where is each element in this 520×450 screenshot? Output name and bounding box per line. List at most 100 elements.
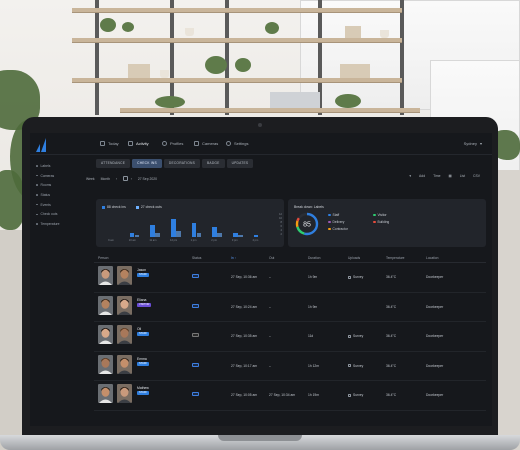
- time-select[interactable]: Time: [433, 174, 440, 178]
- filter-bar: Week Month ‹ › 27 Sep 2020 ▾ Add Time ▦ …: [86, 174, 486, 183]
- cell-location: Doorkeeper: [426, 363, 444, 368]
- nav-cameras[interactable]: Cameras: [194, 141, 218, 146]
- status-chip[interactable]: [192, 274, 199, 278]
- chart-legend: 88 check ins 27 check outs: [102, 205, 162, 209]
- bar-checkouts[interactable]: [176, 231, 181, 237]
- col-duration[interactable]: Duration: [308, 256, 320, 260]
- sidebar-item-rooms[interactable]: Rooms: [30, 180, 60, 190]
- bar-checkins[interactable]: [191, 223, 197, 237]
- bar-checkins[interactable]: [171, 219, 176, 237]
- avatar: [98, 325, 113, 345]
- legend-checkins: 88 check ins: [102, 205, 126, 209]
- view-select[interactable]: Week: [86, 177, 95, 181]
- date-display[interactable]: 27 Sep 2020: [138, 177, 157, 181]
- cell-uploads[interactable]: Survey: [348, 364, 363, 368]
- upload-label: Survey: [353, 275, 364, 279]
- person-name[interactable]: Mathew: [137, 386, 149, 390]
- bar-checkins[interactable]: [150, 225, 155, 237]
- sidebar-item-labels[interactable]: Labels: [30, 161, 60, 171]
- status-chip[interactable]: [192, 333, 199, 338]
- cell-uploads[interactable]: Survey: [348, 334, 363, 338]
- legend-delivery: Delivery: [328, 220, 373, 224]
- cell-duration: 1h 12m: [308, 363, 319, 368]
- person-name[interactable]: Emma: [137, 357, 147, 361]
- period-select[interactable]: Month: [101, 177, 110, 181]
- bar-checkouts[interactable]: [155, 233, 160, 237]
- export-csv-button[interactable]: CSV: [473, 174, 480, 178]
- prev-arrow-icon[interactable]: ‹: [116, 177, 117, 181]
- table-row[interactable]: Emma STAFF 27 Sep, 10:17 am – 1h 12m Sur…: [94, 352, 486, 382]
- col-status[interactable]: Status: [192, 256, 201, 260]
- y-tick-label: 10: [279, 217, 282, 220]
- tab-attendance[interactable]: ATTENDANCE: [96, 159, 131, 168]
- location-select[interactable]: Sydney ▾: [464, 141, 482, 146]
- sidebar-item-temperature[interactable]: Temperature: [30, 219, 60, 229]
- activity-icon: [128, 141, 133, 146]
- bar-chart: [104, 213, 274, 237]
- person-name[interactable]: Jason: [137, 268, 146, 272]
- grid-icon[interactable]: ▦: [449, 174, 452, 178]
- table-row[interactable]: Jason STAFF 27 Sep, 10:36 am – 1h 9m Sur…: [94, 263, 486, 293]
- laptop-notch: [218, 435, 302, 441]
- cell-location: Doorkeeper: [426, 334, 444, 339]
- table-row[interactable]: Eliana VISITOR 27 Sep, 10:24 am – 1h 9m …: [94, 293, 486, 323]
- person-name[interactable]: Oli: [137, 327, 141, 331]
- col-out[interactable]: Out: [269, 256, 274, 260]
- tab-updates[interactable]: UPDATES: [226, 159, 254, 168]
- sidebar-item-status[interactable]: Status: [30, 190, 60, 200]
- tab-decorations[interactable]: DECORATIONS: [163, 159, 201, 168]
- role-badge: VISITOR: [137, 302, 152, 307]
- bar-checkins[interactable]: [212, 227, 217, 237]
- donut-chart: 85: [295, 212, 319, 236]
- bar-checkouts[interactable]: [217, 233, 222, 237]
- tab-badge[interactable]: BADGE: [202, 159, 225, 168]
- avatar: [117, 295, 132, 315]
- bar-checkins[interactable]: [129, 233, 135, 237]
- sidebar-item-events[interactable]: Events: [30, 200, 60, 210]
- col-in[interactable]: In ↑: [231, 256, 236, 260]
- cell-temperature: 36.4°C: [386, 275, 397, 279]
- breakdown-title-text: Break down: Labels: [294, 205, 324, 209]
- y-tick-label: 4: [280, 229, 282, 232]
- next-arrow-icon[interactable]: ›: [131, 177, 132, 181]
- status-chip[interactable]: [192, 392, 199, 397]
- document-icon: [348, 393, 351, 397]
- col-location[interactable]: Location: [426, 256, 438, 260]
- table-row[interactable]: Oli STAFF 27 Sep, 10:35 am – 11d Survey …: [94, 322, 486, 352]
- tab-check-ins[interactable]: CHECK INS: [132, 159, 162, 168]
- legend-label: Visitor: [377, 213, 387, 217]
- col-uploads[interactable]: Uploads: [348, 256, 360, 260]
- shelf-board: [72, 78, 402, 83]
- status-chip[interactable]: [192, 303, 199, 308]
- bar-checkouts[interactable]: [134, 235, 140, 237]
- cell-in: 27 Sep, 10:35 am: [231, 334, 258, 339]
- status-chip[interactable]: [192, 362, 199, 367]
- cell-uploads[interactable]: Survey: [348, 275, 363, 279]
- col-temperature[interactable]: Temperature: [386, 256, 405, 260]
- bar-checkouts[interactable]: [237, 235, 243, 237]
- cell-temperature: 36.4°C: [386, 393, 397, 398]
- person-photo: [98, 295, 113, 315]
- sidebar-item-check-outs[interactable]: Check outs: [30, 209, 60, 219]
- cell-uploads[interactable]: Survey: [348, 393, 363, 397]
- nav-today[interactable]: Today: [100, 141, 119, 146]
- nav-profiles[interactable]: Profiles: [162, 141, 183, 146]
- document-icon: [348, 364, 351, 368]
- bar-checkins[interactable]: [253, 235, 259, 237]
- calendar-icon[interactable]: [123, 176, 128, 181]
- person-name[interactable]: Eliana: [137, 298, 146, 302]
- sidebar-item-cameras[interactable]: Cameras: [30, 171, 60, 181]
- table-row[interactable]: Mathew STAFF 27 Sep, 10:05 am 27 Sep, 10…: [94, 381, 486, 411]
- x-axis-labels: 9 am 10 am 11 am 12 pm 1 pm 2 pm 3 pm 4 pm: [104, 239, 274, 243]
- sort-arrow-icon: ↑: [234, 256, 237, 260]
- bar-checkouts[interactable]: [196, 233, 202, 237]
- col-person[interactable]: Person: [98, 256, 108, 260]
- x-tick-label: 11 am: [149, 239, 157, 242]
- list-select[interactable]: List: [460, 174, 465, 178]
- nav-activity[interactable]: Activity: [128, 141, 149, 146]
- bar-checkins[interactable]: [232, 233, 238, 237]
- add-button[interactable]: Add: [419, 174, 425, 178]
- bullet-icon: [36, 203, 38, 206]
- nav-settings[interactable]: Settings: [226, 141, 248, 146]
- filter-icon[interactable]: ▾: [409, 174, 411, 178]
